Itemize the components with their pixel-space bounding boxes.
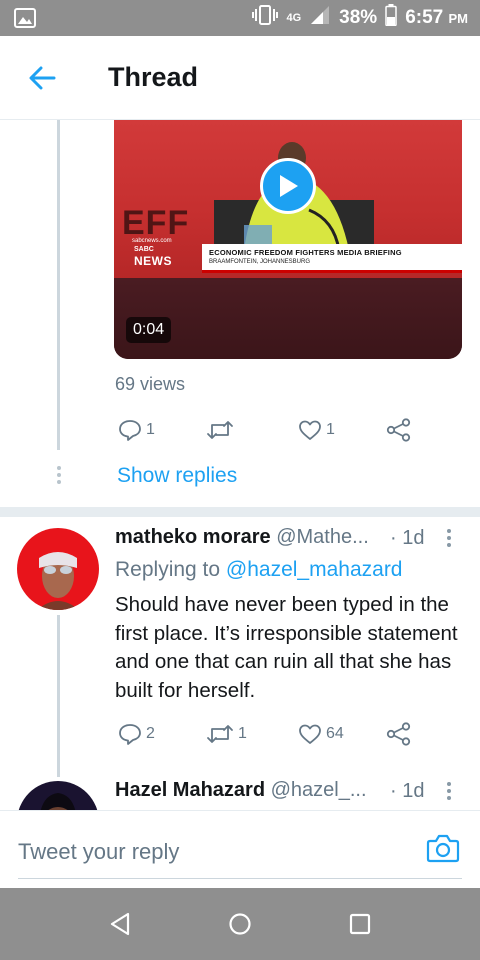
- recents-square-icon[interactable]: [346, 910, 374, 938]
- view-count: 69 views: [115, 374, 186, 394]
- more-options-icon[interactable]: [446, 782, 452, 803]
- share-icon: [386, 722, 411, 746]
- author-handle[interactable]: @hazel_...: [271, 779, 367, 801]
- like-button[interactable]: 1: [298, 417, 335, 443]
- thread-connector-line: [57, 120, 60, 450]
- tweet-timestamp: · 1d: [390, 527, 425, 549]
- reply-input[interactable]: Tweet your reply: [18, 839, 179, 865]
- system-nav-bar: [0, 888, 480, 960]
- tweet-actions: 1 1: [118, 417, 418, 443]
- reply-button[interactable]: 1: [118, 417, 155, 443]
- camera-icon[interactable]: [426, 833, 462, 865]
- lower-third-banner: ECONOMIC FREEDOM FIGHTERS MEDIA BRIEFING…: [114, 244, 462, 274]
- banner-location: BRAAMFONTEIN, JOHANNESBURG: [209, 259, 311, 265]
- share-icon: [386, 418, 411, 442]
- back-arrow-icon[interactable]: [26, 62, 58, 94]
- like-count: 1: [326, 421, 335, 438]
- author-handle[interactable]: @Mathe...: [276, 526, 369, 548]
- reply-icon: [119, 724, 141, 745]
- video-duration: 0:04: [126, 317, 172, 343]
- avatar[interactable]: [17, 528, 99, 610]
- like-button[interactable]: 64: [298, 721, 344, 747]
- battery-icon: [385, 4, 397, 32]
- tweet-author[interactable]: matheko morare @Mathe...: [115, 526, 369, 549]
- collapsed-thread-dots-icon: [55, 466, 63, 487]
- video-player[interactable]: EFF sabcnews.com SABC NEWS ECONOMIC FREE…: [114, 120, 462, 359]
- thread-connector-line: [57, 615, 60, 777]
- signal-icon: [309, 4, 331, 32]
- retweet-icon: [207, 725, 233, 743]
- reply-button[interactable]: 2: [118, 721, 155, 747]
- vibrate-icon: [252, 4, 279, 32]
- tweet-timestamp: · 1d: [390, 780, 425, 802]
- reply-count: 1: [146, 421, 155, 438]
- page-title: Thread: [108, 62, 199, 92]
- retweet-count: 1: [238, 725, 247, 742]
- play-button[interactable]: [260, 158, 316, 214]
- app-header: Thread: [0, 36, 480, 120]
- share-button[interactable]: [386, 417, 412, 443]
- retweet-button[interactable]: 1: [206, 721, 247, 747]
- reply-icon: [119, 420, 141, 441]
- back-triangle-icon[interactable]: [106, 910, 134, 938]
- tweet-author[interactable]: Hazel Mahazard @hazel_...: [115, 779, 367, 802]
- retweet-icon: [207, 421, 233, 439]
- author-name[interactable]: matheko morare: [115, 526, 271, 548]
- thread-content[interactable]: EFF sabcnews.com SABC NEWS ECONOMIC FREE…: [0, 120, 480, 810]
- more-options-icon[interactable]: [446, 529, 452, 550]
- mention-link[interactable]: @hazel_mahazard: [226, 558, 403, 581]
- replying-to: Replying to @hazel_mahazard: [115, 558, 403, 582]
- author-name[interactable]: Hazel Mahazard: [115, 779, 265, 801]
- like-count: 64: [326, 725, 344, 742]
- tweet-text: Should have never been typed in the firs…: [115, 593, 458, 702]
- reply-count: 2: [146, 725, 155, 742]
- reply-input-underline: [18, 878, 462, 879]
- heart-icon: [299, 420, 321, 440]
- battery-level: 38%: [339, 7, 378, 28]
- home-circle-icon[interactable]: [226, 910, 254, 938]
- reply-composer: Tweet your reply: [0, 810, 480, 888]
- show-replies-link[interactable]: Show replies: [117, 464, 237, 488]
- banner-stripe: [202, 270, 462, 273]
- tweet-actions: 2 1 64: [118, 721, 418, 747]
- status-bar: 4G 38% 6:57 PM: [0, 0, 480, 36]
- gallery-notification-icon: [14, 8, 36, 33]
- play-icon: [280, 175, 298, 197]
- banner-headline: ECONOMIC FREEDOM FIGHTERS MEDIA BRIEFING: [209, 248, 402, 257]
- network-type: 4G: [286, 12, 302, 24]
- share-button[interactable]: [386, 721, 412, 747]
- avatar[interactable]: [17, 781, 99, 810]
- retweet-button[interactable]: [206, 417, 238, 443]
- replying-prefix: Replying to: [115, 558, 221, 581]
- heart-icon: [299, 724, 321, 744]
- clock: 6:57 PM: [405, 7, 468, 28]
- section-divider: [0, 507, 480, 517]
